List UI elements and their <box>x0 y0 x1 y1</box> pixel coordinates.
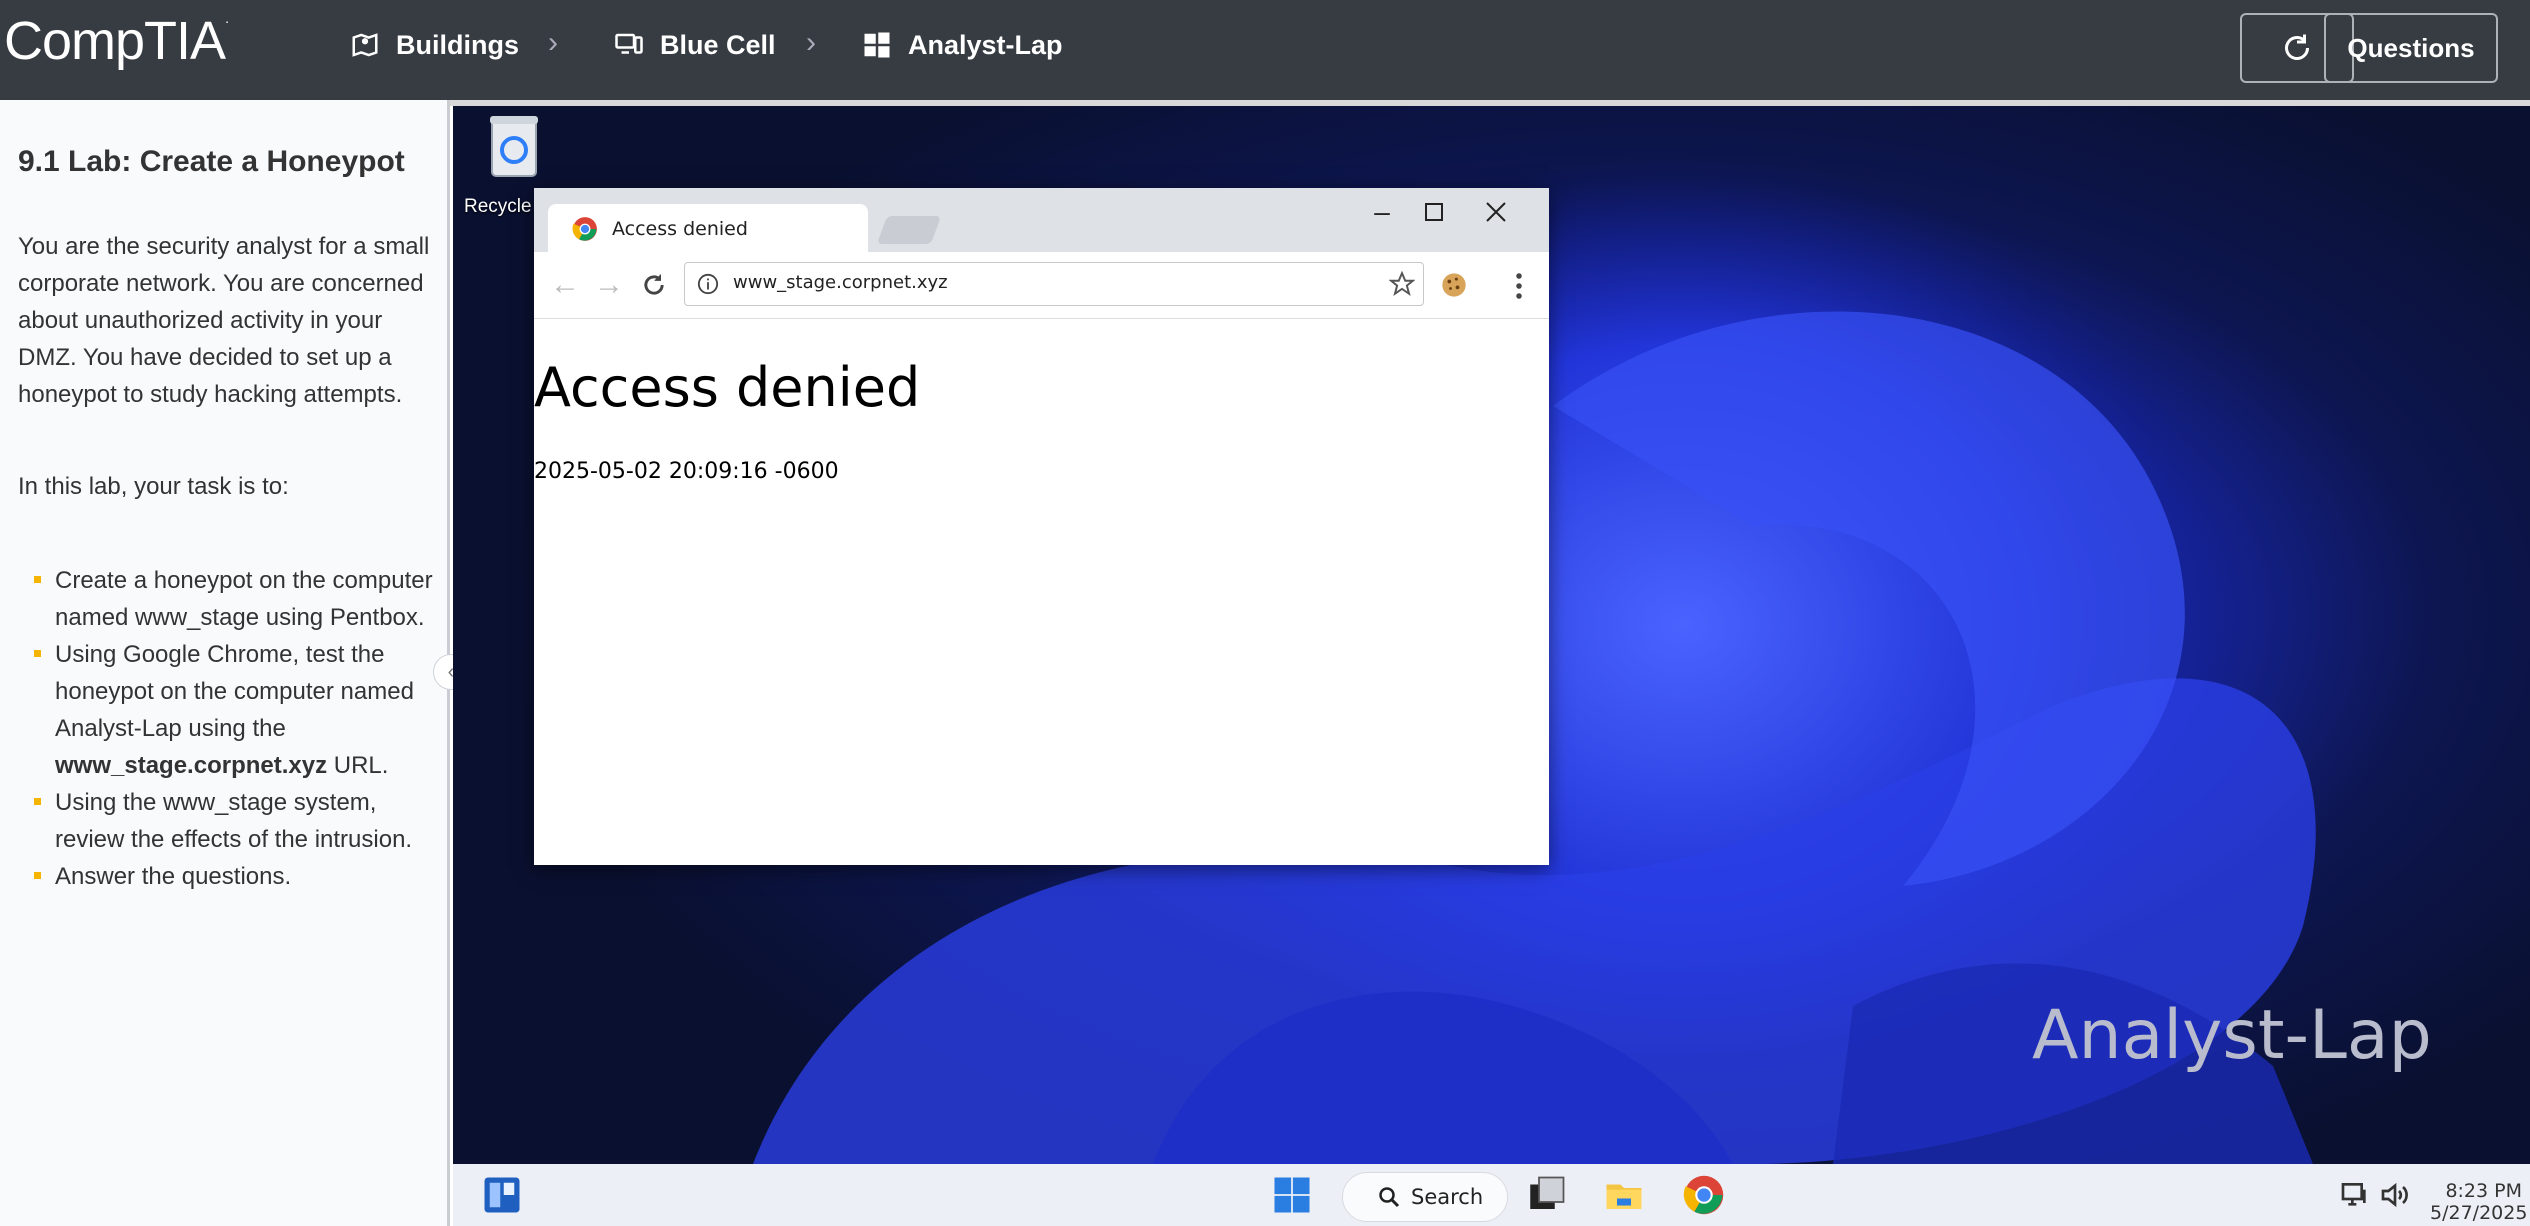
tab-title: Access denied <box>612 218 748 240</box>
page-timestamp: 2025-05-02 20:09:16 -0600 <box>534 459 839 484</box>
chrome-taskbar-icon[interactable] <box>1683 1174 1725 1216</box>
task-item: Using the www_stage system, review the e… <box>18 784 438 858</box>
menu-kebab-icon[interactable] <box>1512 271 1526 301</box>
chrome-icon <box>572 217 597 241</box>
search-label: Search <box>1411 1185 1484 1209</box>
task-item: Answer the questions. <box>18 858 438 895</box>
taskbar-clock[interactable]: 8:23 PM 5/27/2025 <box>2430 1180 2528 1224</box>
forward-arrow-icon: → <box>594 268 624 301</box>
url-text: www_stage.corpnet.xyz <box>733 272 948 293</box>
minimize-icon: – <box>1374 196 1390 227</box>
tab-access-denied[interactable]: Access denied <box>548 204 868 252</box>
task-list: Create a honeypot on the computer named … <box>18 562 438 895</box>
reload-button[interactable] <box>635 266 673 304</box>
recycle-bin-label: Recycle <box>464 196 532 217</box>
breadcrumb-separator: › <box>548 26 558 59</box>
back-button[interactable]: ← <box>546 266 584 304</box>
comptia-logo: CompTIA. <box>4 10 229 71</box>
clock-date: 5/27/2025 <box>2430 1202 2528 1224</box>
recycle-bin-icon[interactable] <box>486 114 542 180</box>
refresh-icon <box>2285 34 2309 60</box>
start-icon[interactable] <box>1271 1174 1313 1216</box>
hostname-watermark: Analyst-Lap <box>2032 996 2432 1075</box>
reload-icon <box>644 274 664 295</box>
task-item: Create a honeypot on the computer named … <box>18 562 438 636</box>
file-explorer-icon[interactable] <box>1603 1174 1645 1216</box>
task-item: Using Google Chrome, test the honeypot o… <box>18 636 438 784</box>
volume-icon[interactable] <box>2379 1174 2411 1216</box>
search-icon <box>1379 1187 1400 1208</box>
breadcrumb-label: Buildings <box>396 29 519 60</box>
task-intro: In this lab, your task is to: <box>18 473 289 500</box>
breadcrumb-analyst-lap[interactable]: Analyst-Lap <box>862 0 1063 90</box>
lab-intro: You are the security analyst for a small… <box>18 233 430 408</box>
windows-icon <box>864 32 890 58</box>
breadcrumb-buildings[interactable]: Buildings <box>350 0 519 90</box>
new-tab-button[interactable] <box>876 216 942 244</box>
breadcrumb-separator: › <box>806 26 816 59</box>
close-icon <box>1486 202 1506 222</box>
clock-time: 8:23 PM <box>2445 1180 2522 1202</box>
maximize-button[interactable] <box>1404 192 1464 232</box>
breadcrumb-label: Analyst-Lap <box>908 29 1063 60</box>
building-map-icon <box>352 33 378 57</box>
top-bar: CompTIA. Buildings › Blue Cell › Analyst… <box>0 0 2530 100</box>
cookie-icon[interactable] <box>1440 271 1468 299</box>
page-heading: Access denied <box>534 356 921 419</box>
forward-button[interactable]: → <box>590 266 628 304</box>
star-icon[interactable] <box>1389 271 1415 297</box>
instructions-panel: 9.1 Lab: Create a Honeypot You are the s… <box>0 100 450 1226</box>
taskbar: Search <box>453 1164 2530 1226</box>
lab-title: 9.1 Lab: Create a Honeypot <box>18 145 405 178</box>
address-bar[interactable]: www_stage.corpnet.xyz <box>684 262 1424 306</box>
task-view-icon[interactable] <box>1525 1174 1567 1216</box>
breadcrumb-label: Blue Cell <box>660 29 776 60</box>
computers-icon <box>615 33 643 54</box>
questions-button[interactable]: Questions <box>2324 13 2498 83</box>
chrome-window: Access denied – ← → www_stage.corpnet.xy… <box>534 188 1549 865</box>
info-icon[interactable] <box>697 273 719 295</box>
back-arrow-icon: ← <box>550 268 580 301</box>
maximize-icon <box>1425 203 1443 221</box>
breadcrumb-blue-cell[interactable]: Blue Cell <box>614 0 776 90</box>
widgets-icon[interactable] <box>481 1174 523 1216</box>
questions-label: Questions <box>2347 32 2475 63</box>
minimize-button[interactable]: – <box>1352 192 1412 232</box>
network-icon[interactable] <box>2339 1174 2371 1216</box>
taskbar-search[interactable]: Search <box>1342 1172 1508 1222</box>
close-button[interactable] <box>1466 192 1526 232</box>
window-title-bar: Access denied – <box>534 188 1549 252</box>
browser-toolbar: ← → www_stage.corpnet.xyz <box>534 252 1549 319</box>
